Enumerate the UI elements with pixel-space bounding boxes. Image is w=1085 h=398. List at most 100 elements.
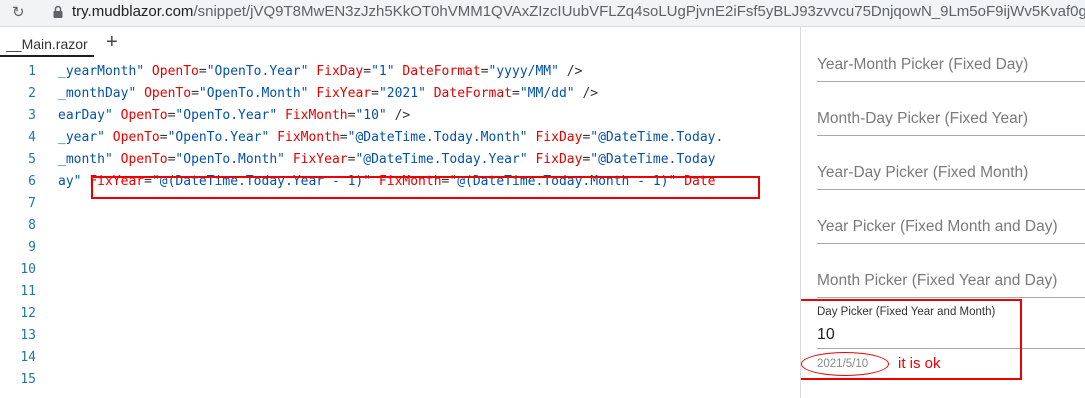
line-number: 7 [28,196,36,211]
line-number: 6 [28,174,36,189]
line-number: 9 [28,240,36,255]
code-line[interactable] [58,325,800,347]
code-punctuation [426,86,434,101]
code-punctuation [269,130,277,145]
url-host: try.mudblazor.com [72,3,194,20]
field-label: Year-Month Picker (Fixed Day) [817,56,1029,73]
code-string: "@DateTime.Today.Month" [347,130,528,145]
reload-icon[interactable]: ↻ [12,3,25,21]
line-number: 15 [20,372,36,387]
code-punctuation [144,64,152,79]
code-line[interactable] [58,259,800,281]
code-punctuation: = [371,86,379,101]
line-number: 5 [28,152,36,167]
code-attribute: FixDay [535,130,583,145]
month-day-picker[interactable]: Month-Day Picker (Fixed Year) [817,108,1085,136]
line-number: 11 [20,284,36,299]
annotation-box [801,299,1022,380]
address-bar[interactable]: ↻ try.mudblazor.com/snippet/jVQ9T8MwEN3z… [0,0,1085,27]
line-number: 14 [20,350,36,365]
code-line[interactable]: _monthDay" OpenTo="OpenTo.Month" FixYear… [58,83,800,105]
code-area[interactable]: _yearMonth" OpenTo="OpenTo.Year" FixDay=… [58,61,800,391]
year-day-picker[interactable]: Year-Day Picker (Fixed Month) [817,162,1085,190]
code-string: "10" [355,108,387,123]
line-number: 3 [28,108,36,123]
code-line[interactable] [58,215,800,237]
line-number: 12 [20,306,36,321]
code-punctuation: = [512,86,520,101]
code-line[interactable] [58,303,800,325]
code-string: "OpenTo.Month" [198,86,309,101]
code-punctuation: = [339,130,348,145]
editor-tab-bar: __Main.razor + [0,27,800,59]
code-string: ay" [58,174,82,189]
code-punctuation [676,174,684,189]
code-line[interactable] [58,369,800,391]
code-punctuation [371,174,379,189]
code-string: "@DateTime.Today. [590,130,724,145]
field-label: Month Picker (Fixed Year and Day) [817,272,1058,289]
code-string: earDay" [58,108,113,123]
code-attribute: FixYear [316,86,372,101]
code-attribute: FixYear [89,174,145,189]
code-string: "yyyy/MM" [488,64,559,79]
code-punctuation: /> [386,108,411,123]
code-line[interactable]: _year" OpenTo="OpenTo.Year" FixMonth="@D… [58,127,800,149]
tab-main-razor[interactable]: __Main.razor [0,33,94,57]
lock-icon[interactable] [52,5,64,24]
code-editor[interactable]: 1 2 3 4 5 6 7 8 9 10 11 12 13 14 15 _yearMonth" OpenTo… [0,61,800,398]
code-punctuation [105,130,113,145]
field-label: Year-Day Picker (Fixed Month) [817,164,1029,181]
code-attribute: OpenTo [151,64,199,79]
code-punctuation [113,108,121,123]
code-string: "@DateTime.Today [590,152,716,167]
code-attribute: OpenTo [144,86,192,101]
url-path: /snippet/jVQ9T8MwEN3zJzh5KkOT0hVMM1QVAxZ… [193,3,1085,20]
code-string: "1" [371,64,395,79]
code-punctuation [113,152,121,167]
code-attribute: DateFormat [402,64,481,79]
code-attribute: Date [684,174,716,189]
code-attribute: DateFormat [433,86,513,101]
line-number: 10 [20,262,36,277]
code-string: "OpenTo.Month" [175,152,285,167]
line-number: 1 [28,64,36,79]
url-text[interactable]: try.mudblazor.com/snippet/jVQ9T8MwEN3zJz… [72,3,1085,20]
year-month-picker[interactable]: Year-Month Picker (Fixed Day) [817,54,1085,82]
code-string: _month" [58,152,113,167]
code-line[interactable]: earDay" OpenTo="OpenTo.Year" FixMonth="1… [58,105,800,127]
code-line[interactable] [58,281,800,303]
code-punctuation: = [159,130,168,145]
code-line[interactable] [58,193,800,215]
code-attribute: OpenTo [112,130,160,145]
code-string: "OpenTo.Year" [167,130,270,145]
code-punctuation: = [363,64,372,79]
code-string: "MM/dd" [519,86,575,101]
code-string: "@(DateTime.Today.Month - 1)" [449,174,677,189]
code-string: "@DateTime.Today.Year" [355,152,528,167]
add-tab-icon[interactable]: + [106,32,118,52]
code-line[interactable]: ay" FixYear="@(DateTime.Today.Year - 1)"… [58,171,800,193]
code-attribute: FixMonth [277,130,340,145]
code-punctuation: = [198,64,207,79]
code-line[interactable] [58,237,800,259]
line-number: 4 [28,130,36,145]
preview-pane: Year-Month Picker (Fixed Day) Month-Day … [801,27,1085,398]
code-string: "2021" [378,86,426,101]
code-line[interactable] [58,347,800,369]
year-picker[interactable]: Year Picker (Fixed Month and Day) [817,216,1085,244]
code-line[interactable]: _month" OpenTo="OpenTo.Month" FixYear="@… [58,149,800,171]
code-punctuation [285,152,293,167]
code-punctuation: /> [574,86,599,101]
code-string: "OpenTo.Year" [206,64,309,79]
code-punctuation: = [480,64,489,79]
code-attribute: FixMonth [285,108,348,123]
code-punctuation: = [191,86,199,101]
code-string: _year" [58,130,105,145]
code-punctuation: /> [558,64,583,79]
month-picker[interactable]: Month Picker (Fixed Year and Day) [817,270,1085,298]
code-line[interactable]: _yearMonth" OpenTo="OpenTo.Year" FixDay=… [58,61,800,83]
code-string: _monthDay" [58,86,137,101]
code-attribute: FixDay [535,152,583,167]
line-number-gutter: 1 2 3 4 5 6 7 8 9 10 11 12 13 14 15 [0,61,58,391]
